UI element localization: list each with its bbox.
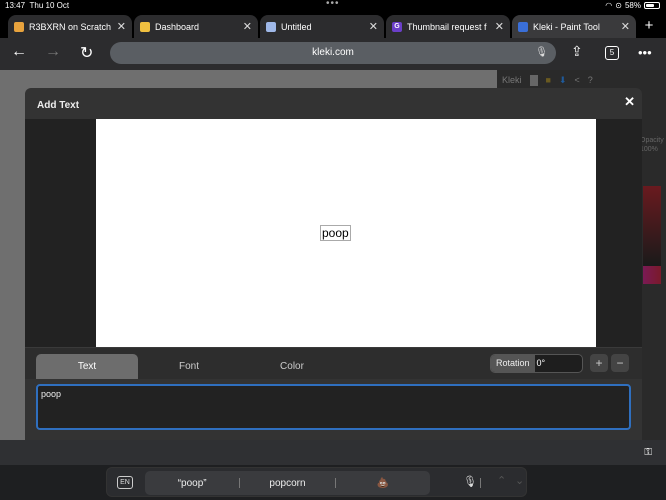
rotation-field[interactable]: Rotation 0° [490, 354, 583, 373]
tab-label: Thumbnail request f [407, 21, 487, 32]
plus-circle-icon: + [595, 356, 603, 370]
previous-field-icon[interactable]: ⌃ [497, 474, 506, 487]
dictation-mic-icon[interactable]: 🎙 [463, 475, 477, 488]
next-field-icon[interactable]: ⌄ [515, 474, 524, 487]
kleki-favicon-icon [518, 21, 528, 32]
status-time: 13:47 Thu 10 Oct [5, 1, 70, 10]
g-favicon-icon: G [392, 21, 402, 32]
predictive-bar: EN “poop” popcorn 💩 🎙 ⌃ ⌄ [106, 467, 527, 497]
text-input[interactable] [38, 386, 629, 428]
tab-label: Dashboard [155, 21, 200, 32]
scratch-favicon-icon [14, 21, 24, 32]
untitled-favicon-icon [266, 21, 276, 32]
ipad-screen: 13:47 Thu 10 Oct ••• ◠ ⊙ 58% R3BXRN on S… [0, 0, 666, 500]
browser-tab-untitled[interactable]: Untitled ✕ [260, 15, 384, 38]
kleki-logo: Kleki [502, 75, 522, 85]
help-icon[interactable]: ? [588, 75, 593, 85]
tab-text[interactable]: Text [36, 354, 138, 379]
download-icon[interactable]: ⬇ [559, 75, 567, 86]
browser-tab-bar: R3BXRN on Scratch ✕ Dashboard ✕ Untitled… [0, 12, 666, 38]
dialog-title: Add Text [37, 100, 80, 111]
close-tab-icon[interactable]: ✕ [117, 20, 126, 33]
text-preview-canvas[interactable]: poop [96, 119, 596, 347]
open-folder-icon[interactable]: ■ [546, 75, 551, 85]
status-bar: 13:47 Thu 10 Oct ••• ◠ ⊙ 58% [0, 0, 666, 12]
keyboard-shortcut-bar: EN “poop” popcorn 💩 🎙 ⌃ ⌄ [0, 465, 666, 500]
close-tab-icon[interactable]: ✕ [243, 20, 252, 33]
suggestion-item[interactable]: 💩 [336, 478, 430, 489]
minus-circle-icon: − [616, 356, 624, 370]
microphone-icon[interactable]: 🎙 [535, 42, 548, 64]
browser-tab-thumbnail[interactable]: G Thumbnail request f ✕ [386, 15, 510, 38]
suggestion-item[interactable]: “poop” [145, 478, 239, 489]
kleki-right-panel: Opacity 100% [640, 90, 666, 440]
password-key-icon[interactable]: ⚿ [644, 447, 652, 458]
multitasking-dots[interactable]: ••• [326, 0, 340, 9]
more-options-icon[interactable]: ••• [638, 45, 652, 60]
dashboard-favicon-icon [140, 21, 150, 32]
status-right: ◠ ⊙ 58% [605, 1, 660, 10]
language-switch-button[interactable]: EN [117, 476, 133, 489]
browser-tab-scratch[interactable]: R3BXRN on Scratch ✕ [8, 15, 132, 38]
reload-icon[interactable]: ↻ [80, 43, 93, 63]
close-dialog-button[interactable]: ✕ [624, 94, 635, 110]
back-arrow-icon[interactable]: ← [11, 43, 27, 61]
suggestion-item[interactable]: popcorn [240, 478, 334, 489]
color-gradient-picker[interactable] [643, 186, 661, 266]
new-tab-button[interactable]: + [638, 15, 660, 38]
close-tab-icon[interactable]: ✕ [621, 20, 630, 33]
suggestion-list: “poop” popcorn 💩 [145, 471, 430, 495]
rotation-label: Rotation [491, 355, 535, 372]
battery-icon [644, 2, 660, 9]
kleki-top-toolbar: Kleki ■ ⬇ < ? [497, 70, 666, 90]
url-text: kleki.com [312, 47, 354, 58]
preview-text[interactable]: poop [320, 225, 351, 241]
close-tab-icon[interactable]: ✕ [369, 20, 378, 33]
text-input-wrapper [36, 384, 631, 430]
tab-font[interactable]: Font [138, 354, 240, 379]
battery-percent: 58% [624, 1, 641, 10]
dialog-tab-row: Text Font Color Rotation 0° + − [25, 347, 642, 379]
opacity-readout: Opacity 100% [640, 137, 664, 153]
share-icon[interactable]: < [575, 75, 580, 85]
address-bar[interactable]: kleki.com 🎙 [110, 42, 556, 64]
wifi-icon: ◠ [605, 1, 613, 10]
divider [480, 478, 481, 488]
browser-toolbar: ← → ↻ kleki.com 🎙 ⇪ 5 ••• [0, 38, 666, 70]
tab-label: Kleki - Paint Tool [533, 21, 600, 32]
add-text-dialog: Add Text ✕ poop Text Font Color Rotation… [25, 88, 642, 440]
tab-color[interactable]: Color [241, 354, 343, 379]
forward-arrow-icon[interactable]: → [45, 43, 61, 61]
keyboard-accessory-strip: ⚿ [0, 440, 666, 465]
tab-label: Untitled [281, 21, 312, 32]
close-tab-icon[interactable]: ✕ [495, 20, 504, 33]
rotation-lock-icon: ⊙ [615, 1, 622, 10]
zoom-out-button[interactable]: − [611, 354, 629, 372]
tab-label: R3BXRN on Scratch [29, 21, 112, 32]
hue-slider[interactable] [643, 266, 661, 284]
preview-area: poop [25, 119, 642, 347]
browser-tab-dashboard[interactable]: Dashboard ✕ [134, 15, 258, 38]
browser-tab-kleki[interactable]: Kleki - Paint Tool ✕ [512, 15, 636, 38]
tab-overview-button[interactable]: 5 [605, 46, 619, 60]
share-icon[interactable]: ⇪ [571, 43, 583, 60]
rotation-input[interactable]: 0° [535, 355, 546, 372]
new-image-icon[interactable] [529, 74, 538, 86]
zoom-in-button[interactable]: + [590, 354, 608, 372]
